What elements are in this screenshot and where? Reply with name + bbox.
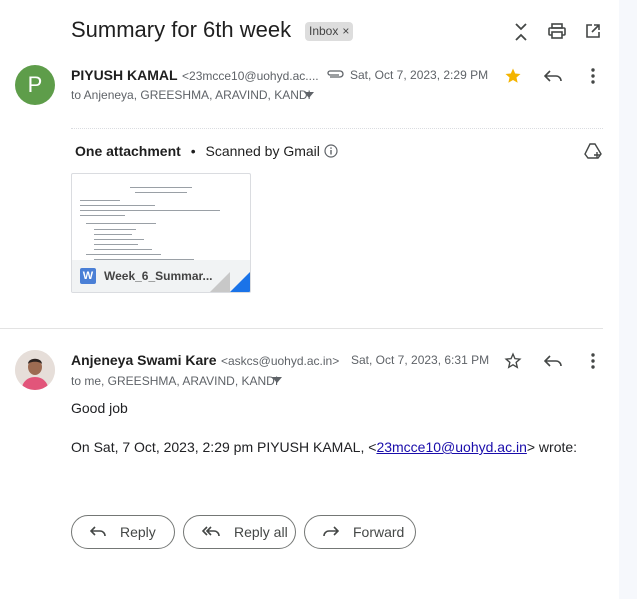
reply-all-button[interactable]: Reply all	[183, 515, 296, 549]
reply-all-icon	[202, 526, 220, 537]
sender-email: <23mcce10@uohyd.ac....	[182, 69, 319, 83]
sender-avatar[interactable]: P	[15, 65, 55, 105]
sender-name[interactable]: Anjeneya Swami Kare	[71, 352, 217, 368]
reply-label: Reply	[120, 524, 156, 540]
attachment-corner-accent	[230, 272, 250, 292]
sender-avatar-photo[interactable]	[15, 350, 55, 390]
attachment-header: One attachment • Scanned by Gmail	[75, 143, 320, 159]
star-outline-icon[interactable]	[503, 351, 523, 371]
open-in-new-window-icon[interactable]	[583, 21, 603, 41]
attachment-card[interactable]: W Week_6_Summar...	[71, 173, 251, 293]
inbox-label-chip[interactable]: Inbox ×	[305, 22, 354, 41]
remove-label-icon[interactable]: ×	[342, 24, 349, 38]
message-body: Good job	[71, 400, 128, 416]
recipients-dropdown-icon[interactable]	[303, 89, 315, 101]
separator-dot: •	[190, 143, 196, 159]
right-side-panel-edge	[619, 0, 637, 599]
attachment-filename: Week_6_Summar...	[104, 269, 213, 283]
recipients-text: to me, GREESHMA, ARAVIND, KANDI	[71, 374, 279, 388]
message1-sender: PIYUSH KAMAL <23mcce10@uohyd.ac....	[71, 67, 319, 85]
label-chip-text: Inbox	[309, 24, 339, 38]
message2-recipients: to me, GREESHMA, ARAVIND, KANDI	[71, 374, 278, 388]
starred-icon[interactable]	[503, 66, 523, 86]
reply-icon[interactable]	[543, 66, 563, 86]
reply-icon[interactable]	[543, 351, 563, 371]
message-divider	[0, 328, 603, 329]
info-icon[interactable]	[323, 143, 339, 159]
more-options-icon[interactable]	[583, 351, 603, 371]
recipients-text: to Anjeneya, GREESHMA, ARAVIND, KANDI	[71, 88, 311, 102]
forward-button[interactable]: Forward	[304, 515, 416, 549]
reply-button[interactable]: Reply	[71, 515, 175, 549]
add-to-drive-icon[interactable]	[583, 141, 603, 161]
word-document-icon: W	[80, 268, 96, 284]
print-icon[interactable]	[547, 21, 567, 41]
reply-icon	[90, 526, 106, 537]
quoted-header: On Sat, 7 Oct, 2023, 2:29 pm PIYUSH KAMA…	[71, 439, 577, 455]
email-subject: Summary for 6th week	[71, 17, 292, 42]
forward-label: Forward	[353, 524, 405, 540]
collapse-all-icon[interactable]	[511, 21, 531, 43]
forward-icon	[323, 526, 339, 537]
quote-suffix: > wrote:	[526, 439, 578, 455]
message1-recipients: to Anjeneya, GREESHMA, ARAVIND, KANDI	[71, 88, 311, 102]
reply-all-label: Reply all	[234, 524, 288, 540]
attachment-paperclip-icon	[325, 66, 345, 82]
quote-prefix: On Sat, 7 Oct, 2023, 2:29 pm PIYUSH KAMA…	[71, 439, 377, 455]
attachment-divider	[71, 128, 603, 129]
scanned-by-gmail-text: Scanned by Gmail	[205, 143, 320, 159]
attachment-preview-thumbnail	[80, 182, 240, 262]
attachment-count: One attachment	[75, 143, 181, 159]
sender-email: <askcs@uohyd.ac.in>	[220, 354, 340, 368]
sender-name[interactable]: PIYUSH KAMAL	[71, 67, 178, 83]
message2-sender: Anjeneya Swami Kare <askcs@uohyd.ac.in>	[71, 352, 339, 370]
more-options-icon[interactable]	[583, 66, 603, 86]
recipients-dropdown-icon[interactable]	[271, 374, 283, 386]
quoted-sender-email-link[interactable]: 23mcce10@uohyd.ac.in	[376, 439, 526, 455]
attachment-corner-fold	[210, 272, 230, 292]
message1-date: Sat, Oct 7, 2023, 2:29 PM	[350, 68, 489, 82]
message2-date: Sat, Oct 7, 2023, 6:31 PM	[351, 353, 490, 367]
